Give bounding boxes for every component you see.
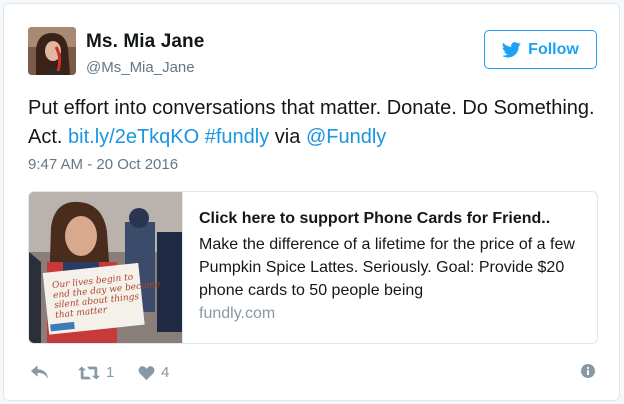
info-icon — [581, 364, 595, 378]
tweet-via: via — [269, 126, 306, 148]
reply-button[interactable] — [30, 364, 49, 380]
retweet-count: 1 — [106, 364, 115, 381]
display-name[interactable]: Ms. Mia Jane — [86, 31, 204, 53]
user-handle[interactable]: @Ms_Mia_Jane — [86, 59, 195, 76]
follow-label: Follow — [528, 40, 579, 58]
twitter-bird-icon — [502, 41, 521, 58]
card-image: Our lives begin to end the day we become… — [29, 192, 183, 343]
reply-icon — [30, 364, 49, 380]
info-button[interactable] — [581, 364, 595, 378]
tweet-actions: 1 4 — [30, 364, 600, 386]
tweet-card: Ms. Mia Jane @Ms_Mia_Jane Follow Put eff… — [3, 3, 620, 401]
tweet-text: Put effort into conversations that matte… — [28, 94, 613, 152]
retweet-icon — [78, 365, 100, 381]
card-description: Make the difference of a lifetime for th… — [199, 236, 575, 299]
tweet-mention[interactable]: @Fundly — [306, 126, 386, 148]
tweet-link[interactable]: bit.ly/2eTkqKO — [68, 126, 199, 148]
avatar[interactable] — [28, 27, 76, 75]
link-preview-card[interactable]: Our lives begin to end the day we become… — [28, 191, 598, 344]
follow-button[interactable]: Follow — [484, 30, 597, 69]
card-domain: fundly.com — [199, 305, 276, 322]
tweet-timestamp[interactable]: 9:47 AM - 20 Oct 2016 — [28, 156, 178, 173]
like-button[interactable]: 4 — [138, 364, 169, 381]
card-body: Click here to support Phone Cards for Fr… — [199, 209, 591, 323]
retweet-button[interactable]: 1 — [78, 364, 114, 381]
heart-icon — [138, 365, 155, 381]
like-count: 4 — [161, 364, 170, 381]
card-title[interactable]: Click here to support Phone Cards for Fr… — [199, 209, 591, 229]
tweet-hashtag[interactable]: #fundly — [205, 126, 270, 148]
